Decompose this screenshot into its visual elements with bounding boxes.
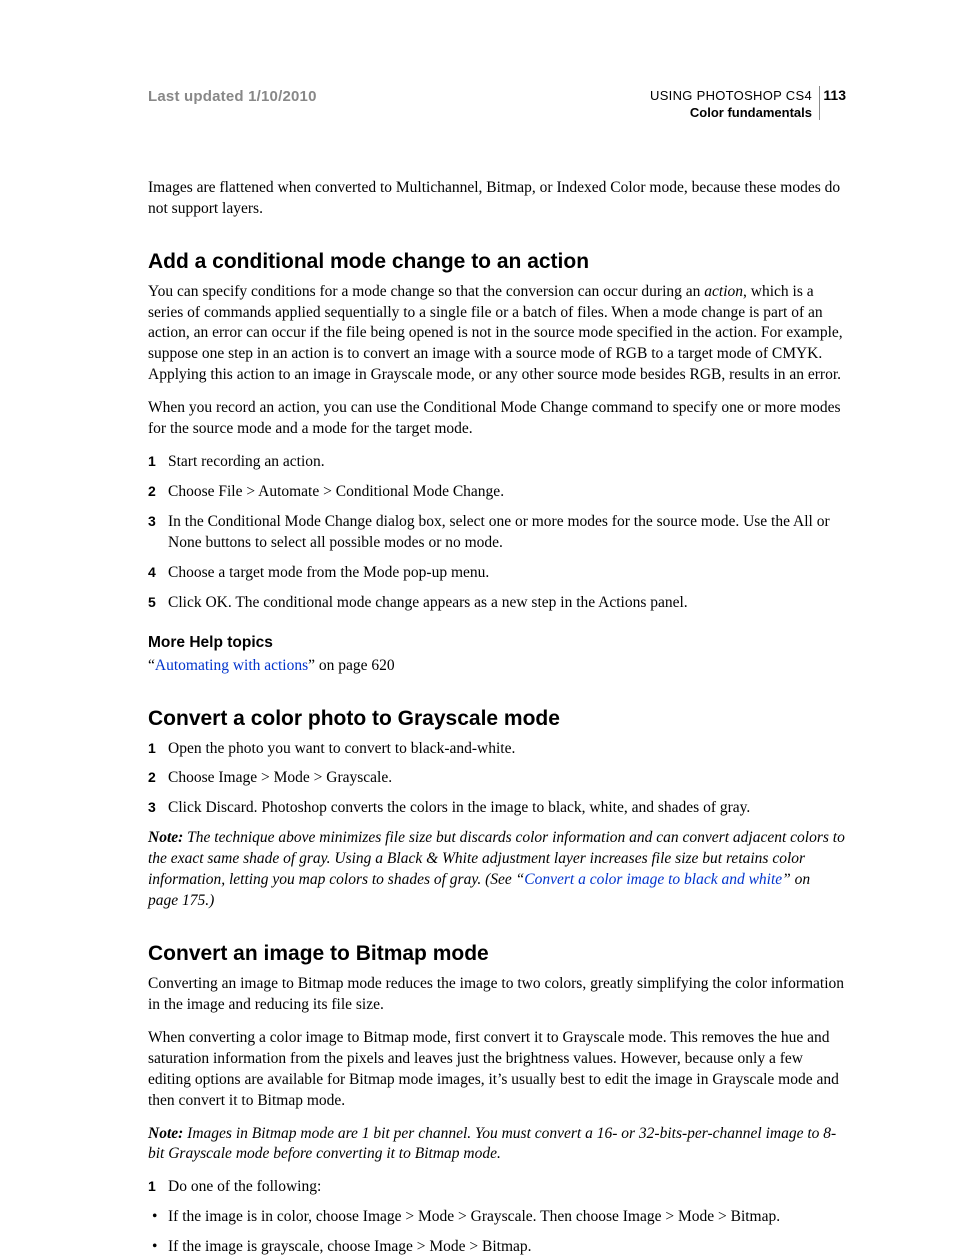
step: Start recording an action. bbox=[148, 452, 846, 473]
link-convert-bw[interactable]: Convert a color image to black and white bbox=[524, 871, 782, 888]
text: ” on page 620 bbox=[308, 657, 395, 674]
s1-p1: You can specify conditions for a mode ch… bbox=[148, 282, 846, 387]
list-item: If the image is grayscale, choose Image … bbox=[148, 1237, 846, 1258]
step: In the Conditional Mode Change dialog bo… bbox=[148, 512, 846, 554]
step: Choose a target mode from the Mode pop-u… bbox=[148, 563, 846, 584]
chapter-title: Color fundamentals bbox=[650, 105, 812, 122]
s3-bullets: If the image is in color, choose Image >… bbox=[148, 1207, 846, 1258]
page-body: Images are flattened when converted to M… bbox=[148, 178, 846, 1258]
s3-steps: Do one of the following: bbox=[148, 1177, 846, 1198]
list-item: If the image is in color, choose Image >… bbox=[148, 1207, 846, 1228]
s3-p1: Converting an image to Bitmap mode reduc… bbox=[148, 974, 846, 1016]
step: Click OK. The conditional mode change ap… bbox=[148, 593, 846, 614]
page-header: Last updated 1/10/2010 113 USING PHOTOSH… bbox=[148, 88, 846, 122]
link-automating-actions[interactable]: Automating with actions bbox=[155, 657, 308, 674]
doc-title: USING PHOTOSHOP CS4 bbox=[650, 88, 812, 105]
step: Click Discard. Photoshop converts the co… bbox=[148, 798, 846, 819]
text: “ bbox=[148, 657, 155, 674]
heading-convert-grayscale: Convert a color photo to Grayscale mode bbox=[148, 707, 846, 731]
text: Images in Bitmap mode are 1 bit per chan… bbox=[148, 1125, 836, 1163]
term-action: action bbox=[704, 283, 743, 300]
s1-p2: When you record an action, you can use t… bbox=[148, 398, 846, 440]
s2-note: Note: The technique above minimizes file… bbox=[148, 828, 846, 912]
page-number: 113 bbox=[823, 86, 846, 104]
more-help-line: “Automating with actions” on page 620 bbox=[148, 656, 846, 677]
header-divider bbox=[819, 86, 820, 120]
s2-steps: Open the photo you want to convert to bl… bbox=[148, 739, 846, 820]
step: Choose Image > Mode > Grayscale. bbox=[148, 768, 846, 789]
note-label: Note: bbox=[148, 829, 183, 846]
heading-conditional-mode: Add a conditional mode change to an acti… bbox=[148, 250, 846, 274]
note-label: Note: bbox=[148, 1125, 183, 1142]
s1-steps: Start recording an action. Choose File >… bbox=[148, 452, 846, 614]
step: Do one of the following: bbox=[148, 1177, 846, 1198]
step: Choose File > Automate > Conditional Mod… bbox=[148, 482, 846, 503]
intro-paragraph: Images are flattened when converted to M… bbox=[148, 178, 846, 220]
page: Last updated 1/10/2010 113 USING PHOTOSH… bbox=[0, 0, 954, 1235]
last-updated: Last updated 1/10/2010 bbox=[148, 88, 317, 105]
s3-p2: When converting a color image to Bitmap … bbox=[148, 1028, 846, 1112]
s3-note: Note: Images in Bitmap mode are 1 bit pe… bbox=[148, 1124, 846, 1166]
step: Open the photo you want to convert to bl… bbox=[148, 739, 846, 760]
heading-convert-bitmap: Convert an image to Bitmap mode bbox=[148, 942, 846, 966]
header-right: 113 USING PHOTOSHOP CS4 Color fundamenta… bbox=[650, 88, 846, 122]
more-help-heading: More Help topics bbox=[148, 634, 846, 652]
text: You can specify conditions for a mode ch… bbox=[148, 283, 704, 300]
